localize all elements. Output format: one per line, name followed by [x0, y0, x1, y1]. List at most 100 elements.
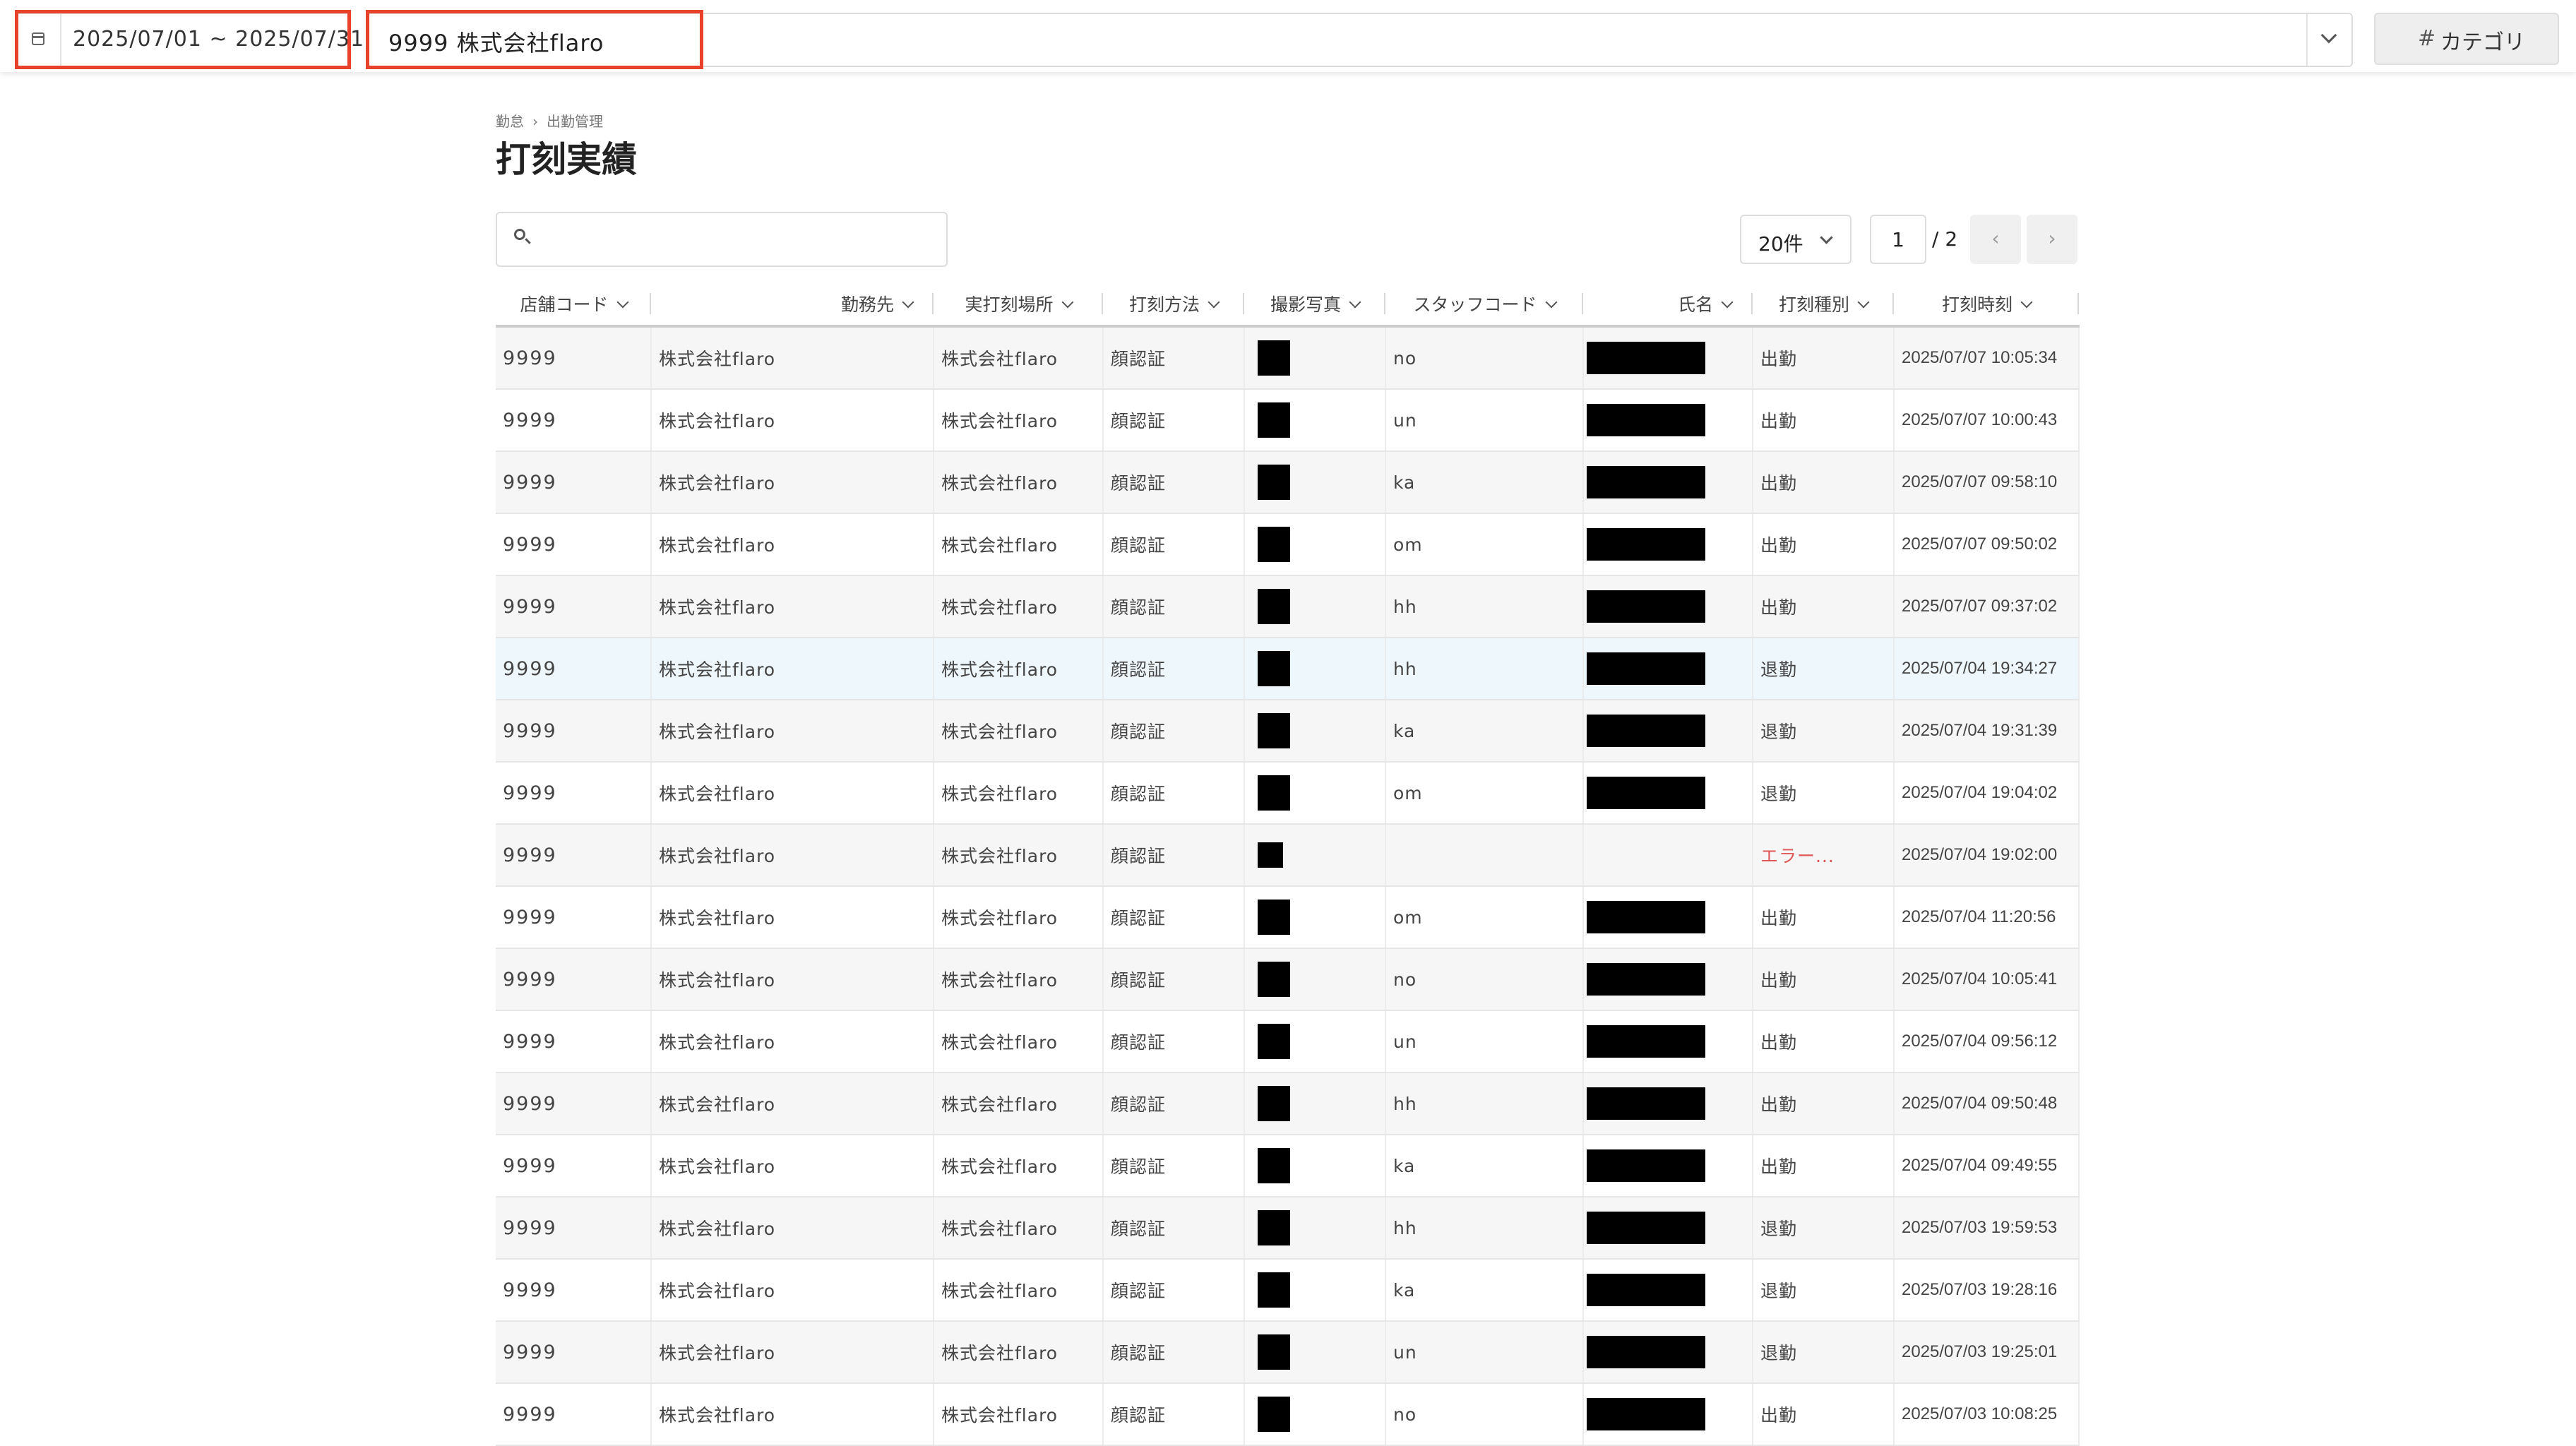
chevron-down-icon[interactable]: [1721, 296, 1734, 309]
chevron-down-icon[interactable]: [2020, 296, 2033, 309]
search-box[interactable]: [496, 212, 948, 267]
column-header-location[interactable]: 実打刻場所: [934, 282, 1103, 328]
category-button[interactable]: # カテゴリ: [2374, 13, 2559, 65]
photo-thumbnail[interactable]: [1258, 402, 1290, 438]
cell-name: [1583, 451, 1753, 514]
table-row[interactable]: 9999 株式会社flaro 株式会社flaro 顔認証 no 出勤 2025/07/03 …: [496, 1383, 2080, 1446]
cell-name: [1583, 762, 1753, 825]
table-row[interactable]: 9999 株式会社flaro 株式会社flaro 顔認証 no 出勤 2025/07/07 …: [496, 326, 2080, 390]
column-header-label: 打刻時刻: [1941, 294, 2012, 315]
breadcrumb-item-clock-management[interactable]: 出勤管理: [547, 110, 603, 131]
column-header-time[interactable]: 打刻時刻: [1894, 282, 2079, 328]
redacted-name: [1587, 1025, 1705, 1058]
photo-thumbnail[interactable]: [1258, 527, 1290, 562]
cell-clock-time: 2025/07/03 19:59:53: [1894, 1197, 2080, 1260]
cell-name: [1583, 886, 1753, 949]
table-row[interactable]: 9999 株式会社flaro 株式会社flaro 顔認証 om 出勤 2025/07/07 …: [496, 513, 2080, 576]
chevron-down-icon[interactable]: [1061, 296, 1073, 309]
table-row[interactable]: 9999 株式会社flaro 株式会社flaro 顔認証 no 出勤 2025/07/04 …: [496, 948, 2080, 1011]
photo-thumbnail[interactable]: [1258, 651, 1290, 686]
table-row[interactable]: 9999 株式会社flaro 株式会社flaro 顔認証 om 出勤 2025/07/04 …: [496, 886, 2080, 949]
cell-location: 株式会社flaro: [934, 451, 1104, 514]
photo-thumbnail[interactable]: [1258, 842, 1283, 868]
photo-thumbnail[interactable]: [1258, 465, 1290, 500]
chevron-down-icon[interactable]: [1208, 296, 1220, 309]
hash-icon: #: [2418, 26, 2436, 51]
photo-thumbnail[interactable]: [1258, 1148, 1290, 1183]
photo-thumbnail[interactable]: [1258, 1086, 1290, 1121]
cell-staff-code: om: [1385, 762, 1584, 825]
redacted-name: [1587, 777, 1705, 809]
cell-store-code: 9999: [496, 1135, 652, 1197]
cell-method: 顔認証: [1103, 638, 1245, 700]
breadcrumb-item-attendance[interactable]: 勤怠: [496, 110, 524, 131]
cell-clock-time: 2025/07/04 19:31:39: [1894, 700, 2080, 763]
cell-staff-code: ka: [1385, 451, 1584, 514]
chevron-down-icon[interactable]: [902, 296, 914, 309]
table-row[interactable]: 9999 株式会社flaro 株式会社flaro 顔認証 hh 出勤 2025/07/04 …: [496, 1072, 2080, 1135]
photo-thumbnail[interactable]: [1258, 775, 1290, 811]
cell-name: [1583, 1259, 1753, 1322]
table-row[interactable]: 9999 株式会社flaro 株式会社flaro 顔認証 hh 退勤 2025/07/04 …: [496, 638, 2080, 700]
cell-location: 株式会社flaro: [934, 824, 1104, 887]
column-header-photo[interactable]: 撮影写真: [1244, 282, 1385, 328]
table-row[interactable]: 9999 株式会社flaro 株式会社flaro 顔認証 エラー... 2025/07/0…: [496, 824, 2080, 887]
column-header-store-code[interactable]: 店舗コード: [496, 282, 651, 328]
chevron-down-icon: [1820, 231, 1833, 244]
chevron-down-icon[interactable]: [616, 296, 628, 309]
cell-store-code: 9999: [496, 886, 652, 949]
table-row[interactable]: 9999 株式会社flaro 株式会社flaro 顔認証 ka 退勤 2025/07/03 …: [496, 1259, 2080, 1322]
column-header-name[interactable]: 氏名: [1583, 282, 1753, 328]
per-page-select[interactable]: 20件: [1740, 215, 1852, 264]
photo-thumbnail[interactable]: [1258, 962, 1290, 997]
cell-name: [1583, 326, 1753, 390]
table-row[interactable]: 9999 株式会社flaro 株式会社flaro 顔認証 hh 退勤 2025/07/03 …: [496, 1197, 2080, 1260]
cell-staff-code: om: [1385, 886, 1584, 949]
table-row[interactable]: 9999 株式会社flaro 株式会社flaro 顔認証 ka 出勤 2025/07/07 …: [496, 451, 2080, 514]
column-header-method[interactable]: 打刻方法: [1103, 282, 1244, 328]
cell-clock-type: 出勤: [1753, 1383, 1895, 1446]
redacted-name: [1587, 1398, 1705, 1430]
table-row[interactable]: 9999 株式会社flaro 株式会社flaro 顔認証 ka 退勤 2025/07/04 …: [496, 700, 2080, 763]
search-input[interactable]: [539, 220, 938, 260]
cell-store-code: 9999: [496, 1383, 652, 1446]
table-row[interactable]: 9999 株式会社flaro 株式会社flaro 顔認証 un 出勤 2025/07/07 …: [496, 389, 2080, 452]
column-header-workplace[interactable]: 勤務先: [651, 282, 934, 328]
page-number-input[interactable]: [1870, 215, 1926, 264]
cell-method: 顔認証: [1103, 1010, 1245, 1073]
page-total: / 2: [1932, 227, 1958, 251]
photo-thumbnail[interactable]: [1258, 713, 1290, 748]
cell-location: 株式会社flaro: [934, 1259, 1104, 1322]
photo-thumbnail[interactable]: [1258, 1397, 1290, 1432]
cell-name: [1583, 824, 1753, 887]
photo-thumbnail[interactable]: [1258, 340, 1290, 376]
photo-thumbnail[interactable]: [1258, 589, 1290, 624]
table-row[interactable]: 9999 株式会社flaro 株式会社flaro 顔認証 hh 出勤 2025/07/07 …: [496, 575, 2080, 638]
cell-photo: [1244, 1259, 1386, 1322]
per-page-value: 20件: [1758, 232, 1803, 256]
table-row[interactable]: 9999 株式会社flaro 株式会社flaro 顔認証 un 退勤 2025/07/03 …: [496, 1321, 2080, 1384]
photo-thumbnail[interactable]: [1258, 1272, 1290, 1308]
cell-clock-time: 2025/07/04 11:20:56: [1894, 886, 2080, 949]
cell-name: [1583, 1321, 1753, 1384]
redacted-name: [1587, 1274, 1705, 1306]
chevron-down-icon[interactable]: [1857, 296, 1870, 309]
cell-workplace: 株式会社flaro: [651, 513, 934, 576]
chevron-down-icon[interactable]: [1545, 296, 1557, 309]
prev-page-button[interactable]: ‹: [1970, 215, 2021, 264]
cell-method: 顔認証: [1103, 1135, 1245, 1197]
photo-thumbnail[interactable]: [1258, 1334, 1290, 1370]
next-page-button[interactable]: ›: [2027, 215, 2077, 264]
column-header-type[interactable]: 打刻種別: [1753, 282, 1894, 328]
top-toolbar: 2025/07/01 ~ 2025/07/31 9999 株式会社flaro #…: [0, 0, 2576, 72]
table-row[interactable]: 9999 株式会社flaro 株式会社flaro 顔認証 om 退勤 2025/07/04 …: [496, 762, 2080, 825]
chevron-down-icon[interactable]: [1349, 296, 1361, 309]
photo-thumbnail[interactable]: [1258, 1210, 1290, 1245]
table-row[interactable]: 9999 株式会社flaro 株式会社flaro 顔認証 un 出勤 2025/07/04 …: [496, 1010, 2080, 1073]
column-header-staff-code[interactable]: スタッフコード: [1385, 282, 1583, 328]
highlight-box-date: [15, 10, 351, 69]
cell-clock-type: 退勤: [1753, 1259, 1895, 1322]
photo-thumbnail[interactable]: [1258, 900, 1290, 935]
table-row[interactable]: 9999 株式会社flaro 株式会社flaro 顔認証 ka 出勤 2025/07/04 …: [496, 1135, 2080, 1197]
photo-thumbnail[interactable]: [1258, 1024, 1290, 1059]
